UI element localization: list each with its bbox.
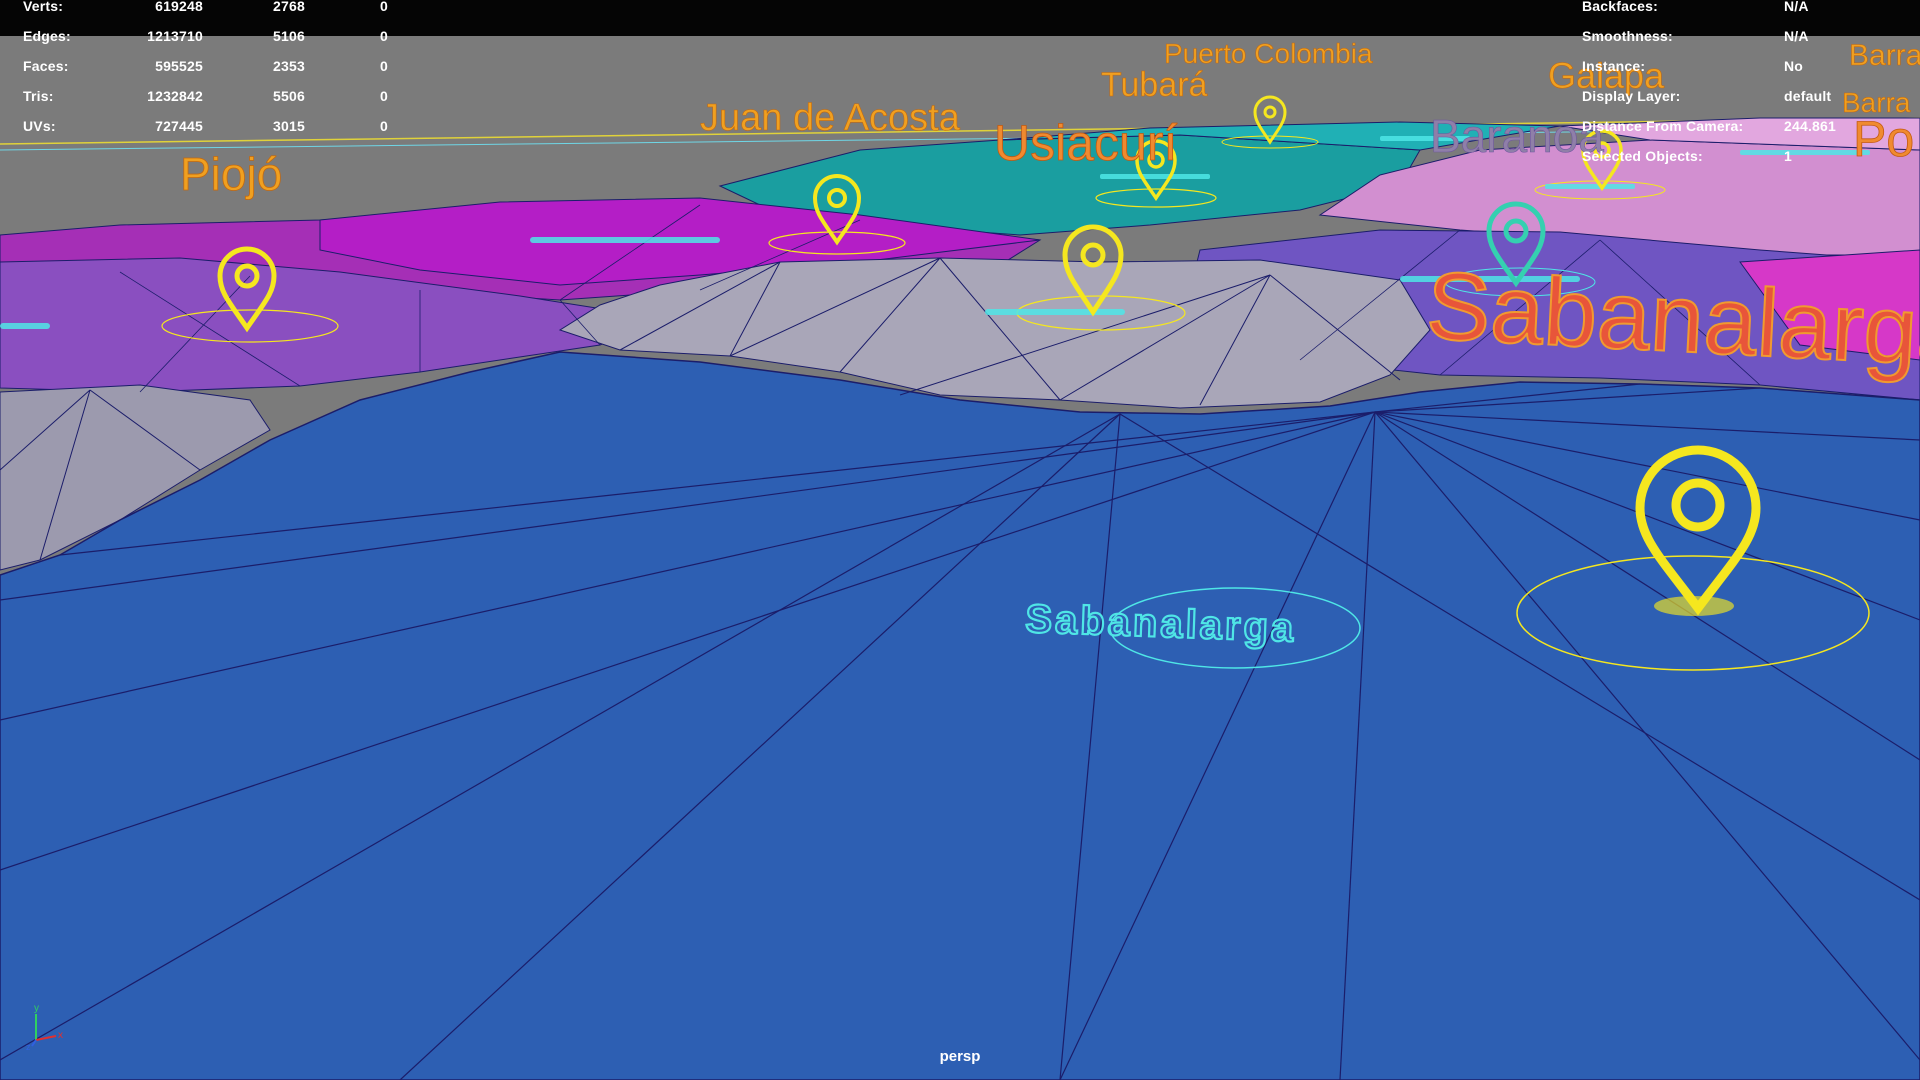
hud-row-verts: Verts: 619248 2768 0 [23, 0, 393, 18]
hud-label: Tris: [23, 88, 54, 104]
hud-total: 595525 [155, 58, 203, 74]
hud-row-edges: Edges: 1213710 5106 0 [23, 28, 393, 48]
region-sabanalarga-ground[interactable] [0, 351, 1920, 1080]
label-baranoa[interactable]: Baranoa [1430, 110, 1605, 163]
label-puerto-colombia[interactable]: Puerto Colombia [1164, 38, 1374, 70]
hud-row-backfaces: Backfaces: N/A [1582, 0, 1902, 18]
axis-z-icon [31, 1039, 37, 1047]
hud-value: 1 [1784, 148, 1792, 164]
hud-total: 619248 [155, 0, 203, 14]
hud-label: Distance From Camera: [1582, 118, 1744, 134]
hud-third: 0 [380, 88, 388, 104]
hud-label: Edges: [23, 28, 71, 44]
hud-row-faces: Faces: 595525 2353 0 [23, 58, 393, 78]
hud-label: Smoothness: [1582, 28, 1673, 44]
hud-row-uvs: UVs: 727445 3015 0 [23, 118, 393, 138]
hud-label: UVs: [23, 118, 56, 134]
hud-total: 1213710 [147, 28, 203, 44]
hud-label: Backfaces: [1582, 0, 1658, 14]
hud-label: Verts: [23, 0, 64, 14]
axis-indicator: y x z [26, 1003, 63, 1050]
hud-total: 727445 [155, 118, 203, 134]
hud-third: 0 [380, 118, 388, 134]
hud-poly-count: Verts: 619248 2768 0 Edges: 1213710 5106… [0, 0, 400, 140]
hud-row-tris: Tris: 1232842 5506 0 [23, 88, 393, 108]
hud-selected: 5506 [273, 88, 305, 104]
hud-selected: 2353 [273, 58, 305, 74]
hud-selected: 5106 [273, 28, 305, 44]
axis-y-label: y [34, 1003, 39, 1014]
hud-label: Faces: [23, 58, 69, 74]
hud-third: 0 [380, 0, 388, 14]
hud-row-instance: Instance: No [1582, 58, 1902, 78]
hud-third: 0 [380, 58, 388, 74]
hud-selected: 2768 [273, 0, 305, 14]
label-piojo[interactable]: Piojó [180, 148, 283, 201]
hud-total: 1232842 [147, 88, 203, 104]
hud-row-distance: Distance From Camera: 244.861 [1582, 118, 1902, 138]
hud-value: No [1784, 58, 1804, 74]
hud-value: N/A [1784, 28, 1809, 44]
hud-third: 0 [380, 28, 388, 44]
axis-x-icon [35, 1035, 57, 1041]
label-usiacuri[interactable]: Usiacurí [994, 115, 1178, 172]
hud-label: Instance: [1582, 58, 1646, 74]
camera-name: persp [939, 1048, 981, 1065]
axis-x-label: x [58, 1030, 63, 1041]
hud-object-details: Backfaces: N/A Smoothness: N/A Instance:… [1582, 0, 1902, 170]
hud-label: Selected Objects: [1582, 148, 1703, 164]
hud-value: default [1784, 88, 1832, 104]
hud-value: 244.861 [1784, 118, 1837, 134]
hud-label: Display Layer: [1582, 88, 1681, 104]
label-tubara[interactable]: Tubará [1101, 66, 1208, 105]
hud-value: N/A [1784, 0, 1809, 14]
hud-row-smoothness: Smoothness: N/A [1582, 28, 1902, 48]
hud-selected: 3015 [273, 118, 305, 134]
hud-row-display-layer: Display Layer: default [1582, 88, 1902, 108]
hud-row-selected-objects: Selected Objects: 1 [1582, 148, 1902, 168]
maya-viewport[interactable]: Puerto Colombia Tubará Juan de Acosta Us… [0, 0, 1920, 1080]
label-juan-de-acosta[interactable]: Juan de Acosta [700, 97, 961, 140]
